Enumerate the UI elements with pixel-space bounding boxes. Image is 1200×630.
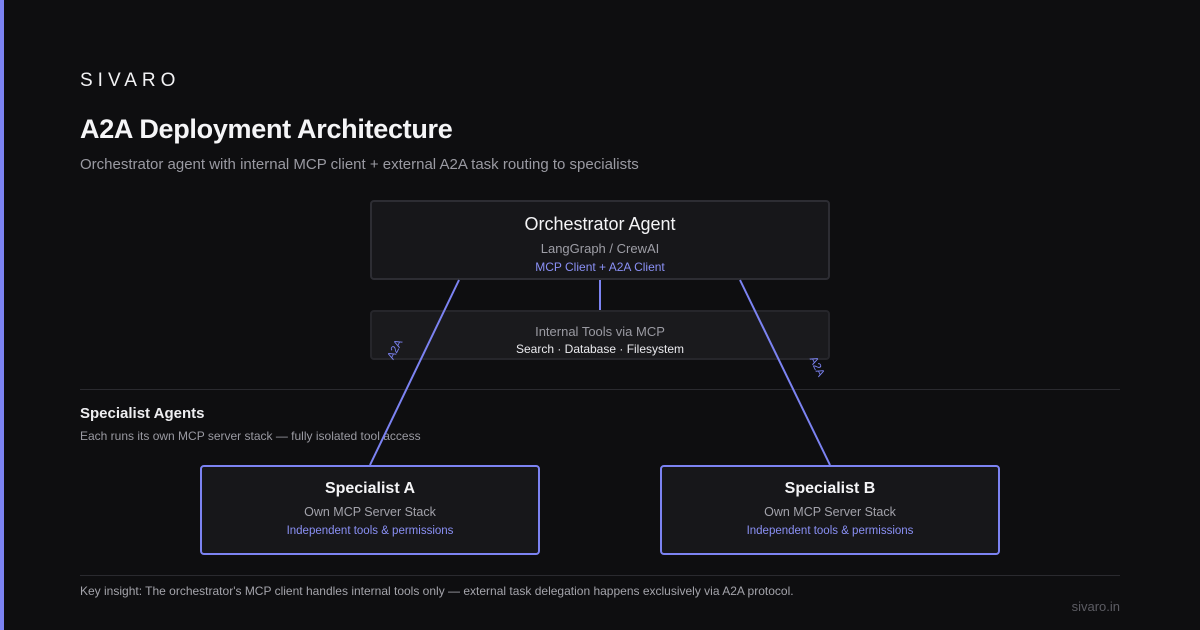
- specialist-a-subtitle: Own MCP Server Stack: [304, 505, 436, 519]
- specialists-section-title: Specialist Agents: [80, 405, 205, 422]
- internal-tools-items: Search · Database · Filesystem: [515, 342, 685, 356]
- key-insight-text: Key insight: The orchestrator's MCP clie…: [80, 584, 794, 598]
- internal-tools-box: Internal Tools via MCP Search · Database…: [370, 310, 830, 360]
- section-divider: [80, 389, 1120, 390]
- specialist-b-permissions: Independent tools & permissions: [746, 525, 914, 537]
- page-subtitle: Orchestrator agent with internal MCP cli…: [80, 156, 639, 173]
- footer-domain: sivaro.in: [1071, 599, 1120, 614]
- footer-divider: [80, 575, 1120, 576]
- specialist-b-subtitle: Own MCP Server Stack: [764, 505, 896, 519]
- internal-tools-title: Internal Tools via MCP: [535, 324, 665, 339]
- accent-bar: [0, 0, 4, 630]
- specialist-b-title: Specialist B: [784, 480, 876, 497]
- orchestrator-title: Orchestrator Agent: [524, 214, 676, 234]
- specialist-a-title: Specialist A: [324, 480, 416, 497]
- specialist-a-box: Specialist A Own MCP Server Stack Indepe…: [200, 465, 540, 555]
- specialist-a-permissions: Independent tools & permissions: [286, 525, 454, 537]
- specialist-b-box: Specialist B Own MCP Server Stack Indepe…: [660, 465, 1000, 555]
- orchestrator-subtitle: LangGraph / CrewAI: [540, 241, 660, 256]
- brand-logo: SIVARO: [80, 70, 181, 91]
- orchestrator-clients: MCP Client + A2A Client: [535, 260, 665, 274]
- page-title: A2A Deployment Architecture: [80, 114, 453, 144]
- specialists-section-description: Each runs its own MCP server stack — ful…: [80, 429, 421, 443]
- a2a-connector-right: [739, 279, 831, 466]
- orchestrator-agent-box: Orchestrator Agent LangGraph / CrewAI MC…: [370, 200, 830, 280]
